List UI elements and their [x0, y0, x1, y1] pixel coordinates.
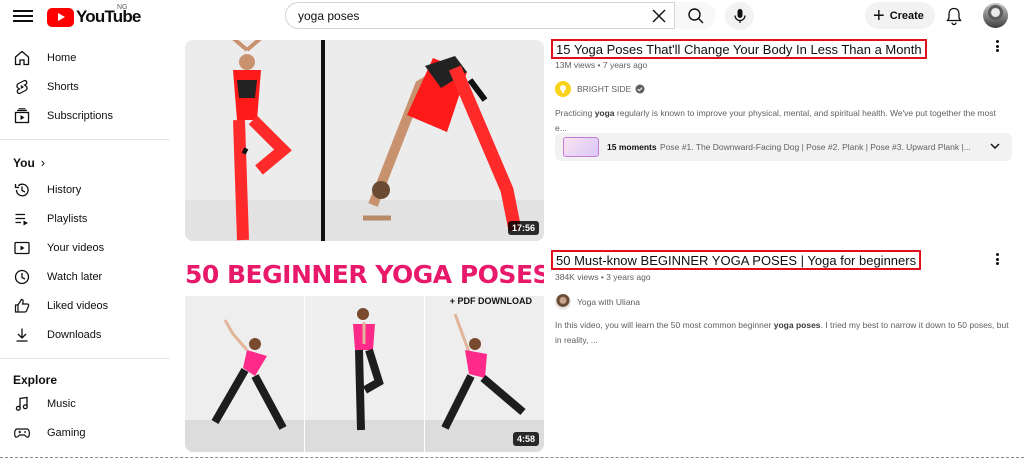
video-description: In this video, you will learn the 50 mos…	[555, 318, 1015, 348]
view-count: 384K views	[555, 272, 599, 282]
channel-name: BRIGHT SIDE	[577, 84, 632, 94]
music-icon	[15, 396, 28, 411]
video-title[interactable]: 15 Yoga Poses That'll Change Your Body I…	[551, 39, 927, 59]
verified-icon	[635, 84, 645, 94]
sidebar-item-history[interactable]: History	[0, 176, 160, 204]
sidebar-item-liked-videos[interactable]: Liked videos	[0, 292, 160, 320]
sidebar-item-home[interactable]: Home	[0, 44, 160, 72]
duration-badge: 4:58	[512, 432, 539, 446]
search-box	[285, 2, 716, 29]
sidebar-item-label: Liked videos	[47, 300, 109, 312]
country-code: NG	[117, 4, 128, 11]
gaming-icon	[14, 428, 30, 438]
key-moments-bar[interactable]: 15 moments Pose #1. The Downward-Facing …	[555, 133, 1012, 161]
channel-name: Yoga with Uliana	[577, 297, 641, 307]
sidebar-item-gaming[interactable]: Gaming	[0, 419, 160, 447]
video-description: Practicing yoga regularly is known to im…	[555, 106, 1010, 136]
video-meta: 13M views • 7 years ago	[555, 60, 648, 70]
sidebar-you-heading[interactable]: You ›	[13, 155, 45, 170]
logo-text: YouTube	[76, 7, 141, 26]
more-actions-icon[interactable]	[990, 38, 1004, 54]
create-label: Create	[889, 9, 924, 22]
sidebar-item-subscriptions[interactable]: Subscriptions	[0, 102, 160, 130]
avatar[interactable]	[983, 3, 1008, 28]
channel-avatar	[555, 294, 571, 310]
sidebar-item-downloads[interactable]: Downloads	[0, 321, 160, 349]
sidebar-item-shorts[interactable]: Shorts	[0, 73, 160, 101]
chevron-down-icon	[990, 143, 1000, 149]
sidebar-item-label: Downloads	[47, 329, 102, 341]
sidebar-item-watch-later[interactable]: Watch later	[0, 263, 160, 291]
description-text: Practicing	[555, 108, 595, 118]
voice-search-button[interactable]	[725, 2, 754, 30]
mic-icon	[733, 9, 746, 23]
home-icon	[14, 50, 30, 66]
search-input[interactable]	[298, 7, 638, 25]
sidebar-item-label: Subscriptions	[47, 110, 114, 122]
sidebar-item-playlists[interactable]: Playlists	[0, 205, 160, 233]
thumbnail-headline: 50 BEGINNER YOGA POSES	[185, 260, 544, 289]
description-text: In this video, you will learn the 50 mos…	[555, 320, 774, 330]
duration-badge: 17:56	[507, 221, 539, 235]
search-icon	[687, 7, 703, 23]
menu-icon[interactable]	[13, 7, 33, 25]
sidebar-item-label: Shorts	[47, 81, 79, 93]
moments-list: Pose #1. The Downward-Facing Dog | Pose …	[660, 142, 971, 152]
thumbnail-badge: + PDF DOWNLOAD	[449, 296, 532, 306]
thumbnail-image	[185, 40, 544, 241]
description-text: regularly is known to improve your physi…	[555, 108, 996, 133]
sidebar-item-music[interactable]: Music	[0, 390, 160, 418]
downloads-icon	[16, 328, 28, 342]
channel-link[interactable]: Yoga with Uliana	[555, 294, 640, 310]
video-title[interactable]: 50 Must-know BEGINNER YOGA POSES | Yoga …	[551, 250, 922, 270]
bell-icon[interactable]	[944, 6, 964, 26]
sidebar: Home Shorts Subscriptions You › History P…	[0, 40, 170, 460]
sidebar-item-label: History	[47, 184, 82, 196]
moment-thumbnail	[563, 137, 599, 157]
playlists-icon	[15, 213, 28, 226]
chevron-right-icon: ›	[40, 155, 46, 170]
sidebar-item-label: Playlists	[47, 213, 88, 225]
video-thumbnail[interactable]: 50 BEGINNER YOGA POSES + PDF DOWNLOAD 4:…	[185, 252, 544, 452]
sidebar-divider	[0, 358, 170, 359]
subscriptions-icon	[14, 108, 30, 124]
masthead: YouTube NG + Create	[0, 0, 1024, 34]
watch-later-icon	[14, 269, 30, 285]
screenshot-border	[0, 457, 1024, 458]
your-videos-icon	[14, 241, 30, 255]
clear-icon[interactable]	[649, 6, 669, 26]
sidebar-item-label: Watch later	[47, 271, 103, 283]
liked-videos-icon	[14, 298, 30, 313]
upload-age: 3 years ago	[606, 272, 651, 282]
sidebar-item-your-videos[interactable]: Your videos	[0, 234, 160, 262]
description-highlight: yoga	[594, 108, 615, 118]
upload-age: 7 years ago	[602, 60, 648, 70]
sidebar-item-label: Music	[47, 398, 76, 410]
view-count: 13M views	[555, 60, 596, 70]
channel-avatar	[555, 81, 571, 97]
youtube-logo-icon	[47, 7, 74, 27]
search-button[interactable]	[674, 2, 716, 29]
sidebar-divider	[0, 139, 170, 140]
sidebar-item-label: Your videos	[47, 242, 105, 254]
create-button[interactable]: + Create	[865, 2, 935, 29]
video-thumbnail[interactable]: 17:56	[185, 40, 544, 241]
description-highlight: yoga poses	[773, 320, 821, 330]
sidebar-item-label: Gaming	[47, 427, 86, 439]
more-actions-icon[interactable]	[990, 251, 1004, 267]
lightbulb-icon	[560, 85, 566, 93]
history-icon	[14, 183, 29, 197]
sidebar-explore-heading: Explore	[13, 373, 58, 387]
shorts-icon	[16, 79, 28, 95]
plus-icon: +	[873, 4, 885, 27]
moments-count: 15 moments	[607, 142, 657, 152]
video-meta: 384K views • 3 years ago	[555, 272, 651, 282]
sidebar-item-label: Home	[47, 52, 77, 64]
channel-link[interactable]: BRIGHT SIDE	[555, 81, 645, 97]
you-label: You	[13, 156, 35, 170]
